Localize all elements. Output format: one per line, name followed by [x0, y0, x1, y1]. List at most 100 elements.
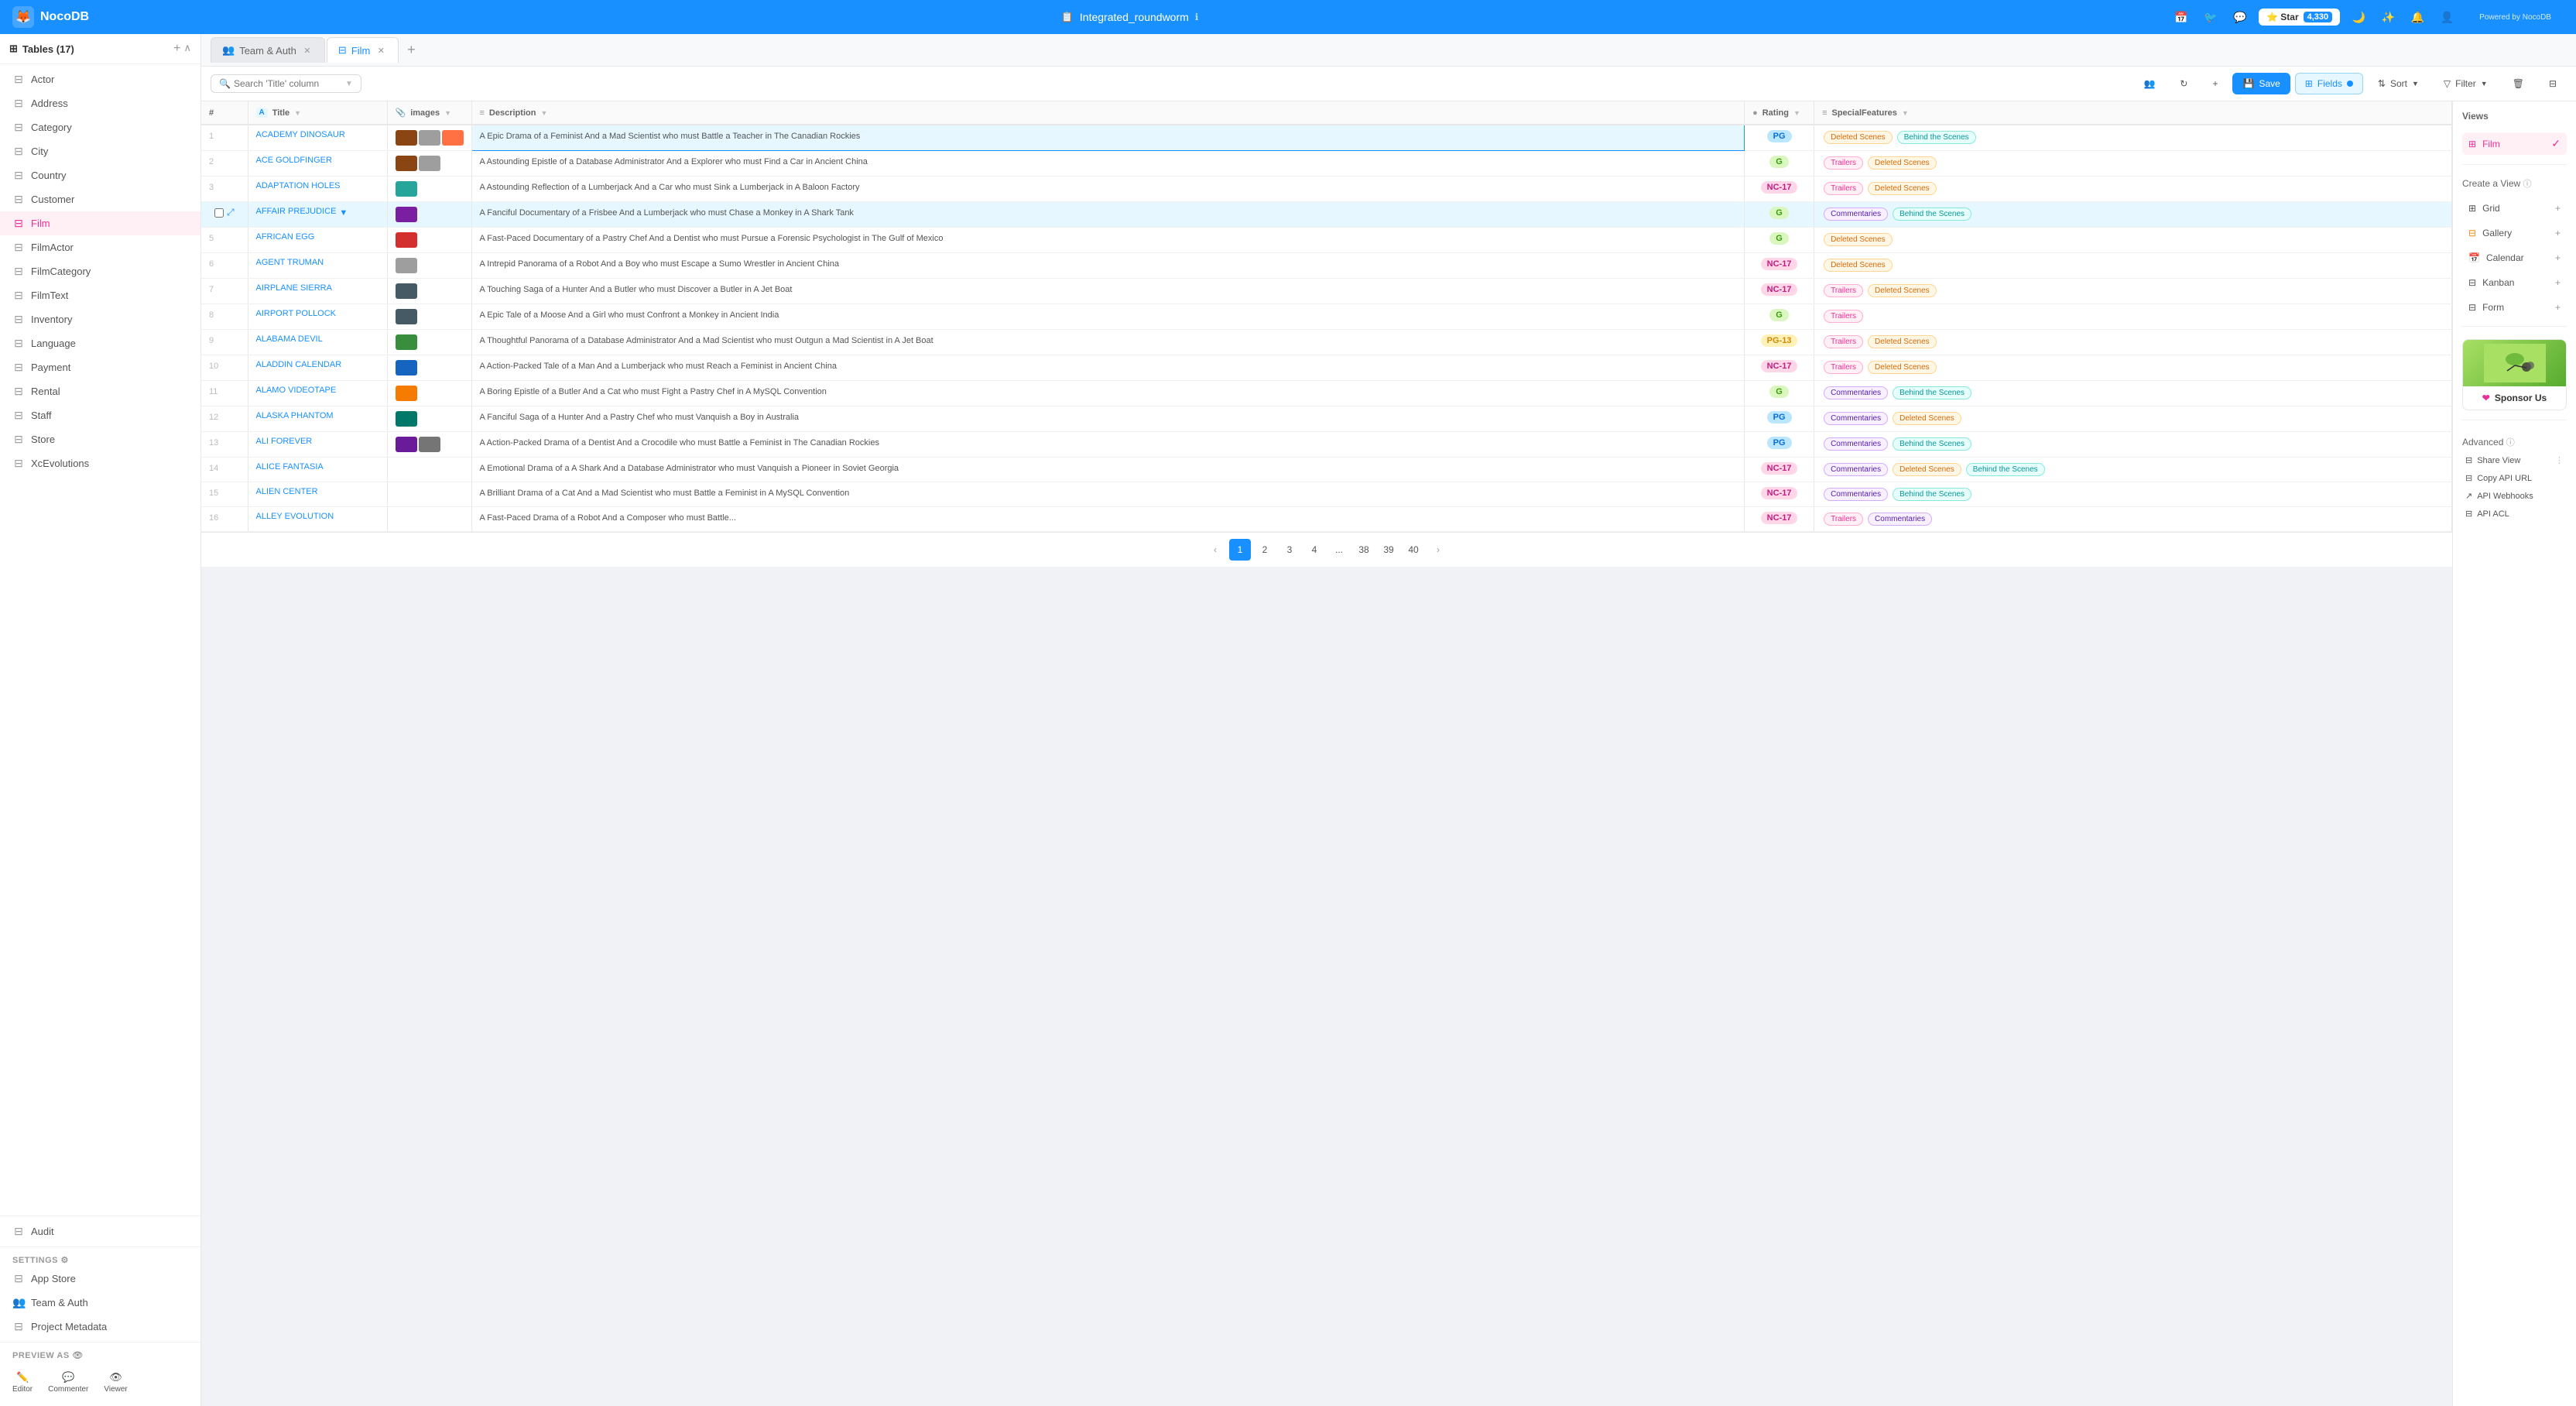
sidebar-item-payment[interactable]: ⊟ Payment: [0, 355, 200, 379]
add-record-btn[interactable]: +: [2202, 73, 2228, 94]
title-cell[interactable]: AFRICAN EGG ⤢: [248, 228, 387, 253]
save-button[interactable]: 💾 Save: [2232, 73, 2290, 94]
moon-icon-btn[interactable]: 🌙: [2348, 6, 2369, 28]
preview-editor[interactable]: ✏️ Editor: [9, 1367, 36, 1398]
api-webhooks-btn[interactable]: ↗ API Webhooks: [2462, 487, 2567, 505]
collapse-sidebar-icon[interactable]: ∧: [183, 42, 191, 56]
create-calendar-view[interactable]: 📅 Calendar +: [2462, 249, 2567, 267]
close-tab-team-auth[interactable]: ✕: [301, 44, 313, 57]
title-cell[interactable]: ALAMO VIDEOTAPE ⤢: [248, 381, 387, 406]
sidebar-item-category[interactable]: ⊟ Category: [0, 115, 200, 139]
sponsor-button[interactable]: ❤ Sponsor Us: [2463, 386, 2566, 410]
title-cell[interactable]: AGENT TRUMAN ⤢: [248, 253, 387, 279]
col-header-specialfeatures[interactable]: ≡ SpecialFeatures ▼: [1814, 101, 2452, 125]
title-value[interactable]: ALIEN CENTER: [256, 487, 318, 496]
create-form-view[interactable]: ⊟ Form +: [2462, 298, 2567, 317]
bell-icon-btn[interactable]: 🔔: [2406, 6, 2428, 28]
sidebar-item-store[interactable]: ⊟ Store: [0, 427, 200, 451]
title-cell[interactable]: AIRPORT POLLOCK ⤢: [248, 304, 387, 330]
magic-icon-btn[interactable]: ✨: [2377, 6, 2399, 28]
api-acl-btn[interactable]: ⊟ API ACL: [2462, 505, 2567, 523]
sidebar-item-language[interactable]: ⊟ Language: [0, 331, 200, 355]
delete-btn[interactable]: 🗑: [2502, 73, 2534, 94]
title-cell[interactable]: AIRPLANE SIERRA ⤢: [248, 279, 387, 304]
title-value[interactable]: ALLEY EVOLUTION: [256, 512, 334, 521]
title-cell[interactable]: ADAPTATION HOLES ⤢: [248, 177, 387, 202]
sidebar-item-address[interactable]: ⊟ Address: [0, 91, 200, 115]
tab-film[interactable]: ⊟ Film ✕: [327, 37, 399, 63]
view-item-film[interactable]: ⊞ Film ✓: [2462, 132, 2567, 155]
title-cell[interactable]: ALIEN CENTER ⤢: [248, 482, 387, 507]
fields-button[interactable]: ⊞ Fields: [2295, 73, 2363, 94]
sidebar-item-xcevolutions[interactable]: ⊟ XcEvolutions: [0, 451, 200, 475]
title-cell[interactable]: ALABAMA DEVIL ⤢: [248, 330, 387, 355]
col-header-desc[interactable]: ≡ Description ▼: [471, 101, 1745, 125]
col-images-dropdown[interactable]: ▼: [444, 109, 451, 117]
col-rating-dropdown[interactable]: ▼: [1793, 109, 1800, 117]
calendar-icon-btn[interactable]: 📅: [2170, 6, 2192, 28]
title-value[interactable]: ACADEMY DINOSAUR: [256, 130, 345, 139]
title-cell[interactable]: ALLEY EVOLUTION ⤢: [248, 507, 387, 532]
page-btn-3[interactable]: 3: [1279, 539, 1300, 561]
title-value[interactable]: ALAMO VIDEOTAPE: [256, 386, 337, 395]
title-value[interactable]: AIRPLANE SIERRA: [256, 283, 332, 293]
page-btn-39[interactable]: 39: [1378, 539, 1399, 561]
users-btn[interactable]: 👥: [2133, 73, 2165, 94]
col-desc-dropdown[interactable]: ▼: [540, 109, 547, 117]
title-value[interactable]: AGENT TRUMAN: [256, 258, 324, 267]
title-value[interactable]: AIRPORT POLLOCK: [256, 309, 337, 318]
title-value[interactable]: AFFAIR PREJUDICE: [256, 207, 337, 216]
col-sf-dropdown[interactable]: ▼: [1902, 109, 1909, 117]
sidebar-item-actor[interactable]: ⊟ Actor: [0, 67, 200, 91]
title-cell[interactable]: ALICE FANTASIA ⤢: [248, 458, 387, 482]
next-page-btn[interactable]: ›: [1427, 539, 1449, 561]
page-btn-40[interactable]: 40: [1403, 539, 1424, 561]
share-view-options[interactable]: ⋮: [2555, 455, 2564, 465]
sidebar-item-film[interactable]: ⊟ Film: [0, 211, 200, 235]
title-value[interactable]: ACE GOLDFINGER: [256, 156, 332, 165]
sidebar-item-filmtext[interactable]: ⊟ FilmText: [0, 283, 200, 307]
title-cell[interactable]: ALADDIN CALENDAR ⤢: [248, 355, 387, 381]
row-checkbox[interactable]: [214, 208, 224, 218]
sidebar-item-appstore[interactable]: ⊟ App Store: [0, 1267, 200, 1291]
sidebar-item-inventory[interactable]: ⊟ Inventory: [0, 307, 200, 331]
preview-commenter[interactable]: 💬 Commenter: [45, 1367, 91, 1398]
page-btn-4[interactable]: 4: [1303, 539, 1325, 561]
sidebar-item-filmcategory[interactable]: ⊟ FilmCategory: [0, 259, 200, 283]
sidebar-item-teamauth[interactable]: 👥 Team & Auth: [0, 1291, 200, 1315]
layout-btn[interactable]: ⊟: [2539, 73, 2567, 94]
close-tab-film[interactable]: ✕: [375, 44, 387, 57]
title-cell[interactable]: ALASKA PHANTOM ⤢: [248, 406, 387, 432]
col-header-rating[interactable]: ● Rating ▼: [1745, 101, 1814, 125]
sidebar-item-filmactor[interactable]: ⊟ FilmActor: [0, 235, 200, 259]
twitter-icon-btn[interactable]: 🐦: [2200, 6, 2221, 28]
create-gallery-view[interactable]: ⊟ Gallery +: [2462, 224, 2567, 242]
title-value[interactable]: ALABAMA DEVIL: [256, 334, 323, 344]
discord-icon-btn[interactable]: 💬: [2229, 6, 2251, 28]
sidebar-item-staff[interactable]: ⊟ Staff: [0, 403, 200, 427]
sort-button[interactable]: ⇅ Sort ▼: [2368, 73, 2429, 94]
preview-viewer[interactable]: 👁 Viewer: [101, 1367, 130, 1398]
col-title-dropdown[interactable]: ▼: [294, 109, 301, 117]
col-header-images[interactable]: 📎 images ▼: [387, 101, 471, 125]
add-table-icon[interactable]: +: [173, 42, 180, 56]
title-cell[interactable]: ACADEMY DINOSAUR ⤢: [248, 125, 387, 151]
page-btn-2[interactable]: 2: [1254, 539, 1276, 561]
expand-icon[interactable]: ⤢: [227, 207, 235, 218]
tab-team-auth[interactable]: 👥 Team & Auth ✕: [211, 37, 325, 63]
sidebar-item-customer[interactable]: ⊟ Customer: [0, 187, 200, 211]
title-value[interactable]: ALI FOREVER: [256, 437, 313, 446]
title-value[interactable]: ADAPTATION HOLES: [256, 181, 341, 190]
sidebar-item-audit[interactable]: ⊟ Audit: [0, 1219, 200, 1243]
page-btn-1[interactable]: 1: [1229, 539, 1251, 561]
title-value[interactable]: AFRICAN EGG: [256, 232, 315, 242]
filter-button[interactable]: ▽ Filter ▼: [2434, 73, 2498, 94]
title-value[interactable]: ALADDIN CALENDAR: [256, 360, 342, 369]
search-dropdown-icon[interactable]: ▼: [345, 80, 353, 88]
title-cell[interactable]: ACE GOLDFINGER ⤢: [248, 151, 387, 177]
create-kanban-view[interactable]: ⊟ Kanban +: [2462, 273, 2567, 292]
share-view-btn[interactable]: ⊟ Share View ⋮: [2462, 451, 2567, 469]
title-value[interactable]: ALICE FANTASIA: [256, 462, 324, 472]
user-icon-btn[interactable]: 👤: [2436, 6, 2458, 28]
sidebar-item-projectmeta[interactable]: ⊟ Project Metadata: [0, 1315, 200, 1339]
